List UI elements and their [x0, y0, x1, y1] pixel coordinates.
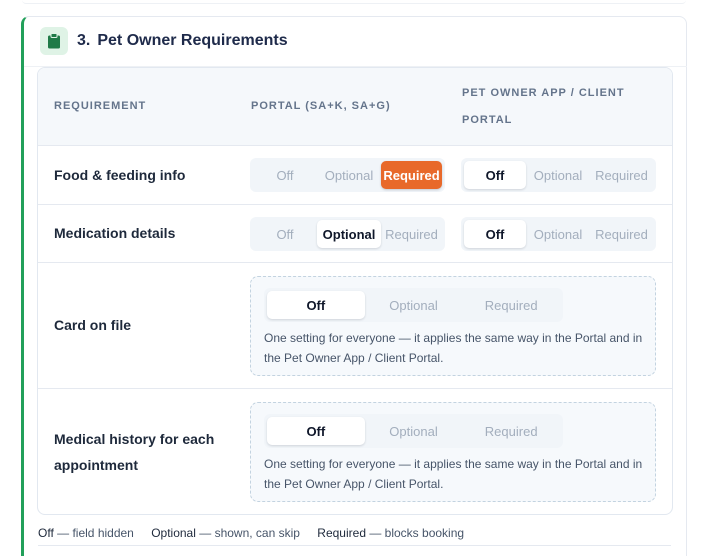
- legend-required: Required — blocks booking: [317, 526, 464, 540]
- app-toggle-food-feeding: Off Optional Required: [461, 158, 656, 192]
- section-title: 3. Pet Owner Requirements: [77, 32, 288, 50]
- legend-desc: — blocks booking: [366, 526, 465, 540]
- shared-setting-box: Off Optional Required One setting for ev…: [250, 276, 656, 376]
- option-off[interactable]: Off: [267, 417, 365, 445]
- option-required[interactable]: Required: [462, 291, 560, 319]
- section-header: 3. Pet Owner Requirements: [24, 17, 687, 67]
- option-required[interactable]: Required: [462, 417, 560, 445]
- divider: [38, 545, 671, 546]
- shared-setting-note: One setting for everyone — it applies th…: [264, 457, 643, 491]
- portal-toggle-medication-details: Off Optional Required: [250, 217, 445, 251]
- portal-toggle-food-feeding: Off Optional Required: [250, 158, 445, 192]
- app-toggle-medication-details: Off Optional Required: [461, 217, 656, 251]
- row-label: Food & feeding info: [54, 167, 186, 183]
- header-requirement: REQUIREMENT: [54, 100, 147, 112]
- section-title-text: Pet Owner Requirements: [97, 32, 288, 49]
- legend-optional: Optional — shown, can skip: [151, 526, 300, 540]
- option-off[interactable]: Off: [267, 291, 365, 319]
- row-label: Medical history for each appointment: [54, 431, 215, 473]
- legend-off: Off — field hidden: [38, 526, 134, 540]
- section-number: 3.: [77, 32, 91, 49]
- option-optional[interactable]: Optional: [317, 161, 381, 189]
- table-header: REQUIREMENT PORTAL (SA+K, SA+G) PET OWNE…: [38, 68, 672, 146]
- legend-desc: — field hidden: [53, 526, 134, 540]
- header-pet-owner-app: PET OWNER APP / CLIENT PORTAL: [462, 87, 625, 126]
- shared-setting-box: Off Optional Required One setting for ev…: [250, 402, 656, 502]
- clipboard-icon: [40, 27, 68, 55]
- option-optional[interactable]: Optional: [317, 220, 381, 248]
- option-optional[interactable]: Optional: [526, 220, 590, 248]
- header-portal: PORTAL (SA+K, SA+G): [251, 100, 391, 112]
- shared-setting-note: One setting for everyone — it applies th…: [264, 331, 643, 365]
- table-row-medical-history: Medical history for each appointment Off…: [38, 389, 672, 514]
- option-off[interactable]: Off: [464, 161, 526, 189]
- option-optional[interactable]: Optional: [526, 161, 590, 189]
- legend-desc: — shown, can skip: [195, 526, 300, 540]
- pet-owner-requirements-section: 3. Pet Owner Requirements REQUIREMENT POR…: [21, 16, 687, 556]
- shared-toggle-medical-history: Off Optional Required: [264, 414, 563, 448]
- option-off[interactable]: Off: [253, 220, 317, 248]
- table-row-card-on-file: Card on file Off Optional Required One s…: [38, 263, 672, 389]
- row-label: Medication details: [54, 225, 176, 241]
- option-required[interactable]: Required: [381, 161, 442, 189]
- shared-toggle-card-on-file: Off Optional Required: [264, 288, 563, 322]
- legend: Off — field hidden Optional — shown, can…: [38, 526, 478, 540]
- option-optional[interactable]: Optional: [365, 417, 463, 445]
- option-off[interactable]: Off: [253, 161, 317, 189]
- previous-section-edge: [22, 0, 686, 4]
- legend-key: Required: [317, 526, 366, 540]
- requirements-table: REQUIREMENT PORTAL (SA+K, SA+G) PET OWNE…: [37, 67, 673, 515]
- table-row-food-feeding: Food & feeding info Off Optional Require…: [38, 146, 672, 205]
- option-off[interactable]: Off: [464, 220, 526, 248]
- option-required[interactable]: Required: [381, 220, 442, 248]
- row-label: Card on file: [54, 317, 132, 333]
- option-required[interactable]: Required: [590, 161, 653, 189]
- table-row-medication-details: Medication details Off Optional Required…: [38, 205, 672, 263]
- legend-key: Off: [38, 526, 54, 540]
- legend-key: Optional: [151, 526, 196, 540]
- option-optional[interactable]: Optional: [365, 291, 463, 319]
- option-required[interactable]: Required: [590, 220, 653, 248]
